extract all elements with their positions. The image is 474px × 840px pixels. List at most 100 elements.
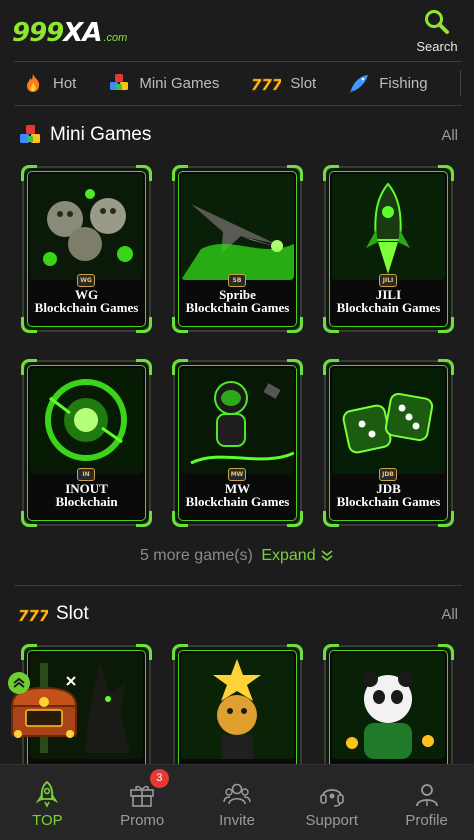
nav-profile-label: Profile	[405, 812, 448, 829]
logo-letters: XA	[63, 18, 102, 48]
search-button[interactable]: Search	[412, 8, 462, 56]
orb-artwork	[30, 368, 143, 474]
tab-mini-games-label: Mini Games	[139, 74, 220, 92]
777-icon: 777	[251, 72, 281, 94]
game-card-label: Spribe Blockchain Games	[179, 288, 296, 314]
fish-icon	[348, 72, 370, 94]
game-category: Blockchain Games	[336, 494, 441, 509]
nav-invite[interactable]: Invite	[190, 765, 285, 840]
expand-button[interactable]: Expand	[261, 547, 334, 564]
game-category: Blockchain Games	[185, 494, 290, 509]
nav-support-label: Support	[305, 812, 359, 829]
game-card-jili[interactable]: JILI JILI Blockchain Games	[323, 165, 454, 333]
frame-corner	[136, 317, 152, 333]
leopard-artwork	[181, 653, 294, 759]
nav-promo[interactable]: Promo 3	[95, 765, 190, 840]
expand-label: Expand	[261, 547, 316, 564]
frame-corner	[136, 511, 152, 527]
frame-corner	[21, 317, 37, 333]
tab-fishing[interactable]: Fishing	[348, 72, 428, 94]
chevron-up-icon	[13, 677, 25, 688]
close-icon	[66, 676, 76, 686]
frame-corner	[287, 317, 303, 333]
frame-corner	[438, 511, 454, 527]
category-tabs: Hot Mini Games 777 Slot Fishing	[0, 62, 474, 104]
search-icon	[425, 10, 449, 34]
more-games-count: 5 more game(s)	[139, 547, 253, 564]
frame-corner	[21, 511, 37, 527]
cubes-icon	[18, 123, 42, 147]
game-card-inout[interactable]: IN INOUT Blockchain	[21, 359, 152, 527]
more-games-row: 5 more game(s) Expand	[0, 547, 474, 565]
logo-number: 999	[12, 18, 64, 48]
tab-fishing-label: Fishing	[379, 74, 428, 92]
game-card-label: WG Blockchain Games	[28, 288, 145, 314]
nav-top[interactable]: TOP	[0, 765, 95, 840]
tabs-overflow-indicator	[460, 70, 474, 96]
logo-domain: .com	[103, 32, 128, 44]
game-card-mw[interactable]: MW MW Blockchain Games	[172, 359, 303, 527]
tigers-artwork	[30, 174, 143, 280]
app-root: 999 XA .com Search Hot Mini Games 777 Sl…	[0, 0, 474, 840]
tab-hot[interactable]: Hot	[22, 72, 76, 94]
provider-badge: WG	[77, 274, 95, 287]
mini-games-all-link[interactable]: All	[441, 127, 458, 144]
tabs-divider	[14, 105, 462, 106]
game-category: Blockchain Games	[34, 300, 139, 315]
frame-corner	[172, 511, 188, 527]
svg-text:777: 777	[251, 76, 281, 94]
mini-games-grid: WG WG Blockchain Games SB Spribe Blockch…	[21, 165, 454, 527]
headset-icon	[319, 789, 344, 807]
game-card-label: JDB Blockchain Games	[330, 482, 447, 508]
rocket-artwork	[332, 174, 445, 280]
provider-badge: MW	[228, 468, 246, 481]
game-card-jdb[interactable]: JDB JDB Blockchain Games	[323, 359, 454, 527]
cubes-icon	[108, 72, 130, 94]
svg-text:777: 777	[18, 607, 48, 625]
jet-artwork	[181, 174, 294, 280]
frame-corner	[323, 511, 339, 527]
fire-icon	[22, 72, 44, 94]
close-floating-promo-button[interactable]	[64, 674, 78, 688]
provider-badge: JILI	[379, 274, 397, 287]
provider-badge: IN	[77, 468, 95, 481]
header: 999 XA .com Search	[0, 0, 474, 62]
frame-corner	[438, 317, 454, 333]
dice-artwork	[332, 368, 445, 474]
frame-corner	[323, 317, 339, 333]
frame-corner	[172, 317, 188, 333]
logo[interactable]: 999 XA .com	[12, 18, 127, 48]
bottom-navigation: TOP Promo 3 Invite Support Profile	[0, 764, 474, 840]
777-icon: 777	[18, 602, 48, 626]
tab-slot-label: Slot	[290, 74, 317, 92]
scroll-to-top-button[interactable]	[8, 672, 30, 694]
nav-support[interactable]: Support	[284, 765, 379, 840]
game-category: Blockchain	[55, 494, 118, 509]
rocket-icon	[36, 780, 59, 808]
frame-corner	[287, 511, 303, 527]
game-card-label: INOUT Blockchain	[28, 482, 145, 508]
nav-top-label: TOP	[32, 812, 63, 829]
slot-section-header: 777 Slot All	[18, 599, 458, 629]
game-category: Blockchain Games	[336, 300, 441, 315]
game-card-label: MW Blockchain Games	[179, 482, 296, 508]
tab-slot[interactable]: 777 Slot	[251, 72, 317, 95]
user-icon	[415, 784, 438, 807]
slot-all-link[interactable]: All	[441, 606, 458, 623]
tab-mini-games[interactable]: Mini Games	[108, 72, 219, 94]
provider-badge: JDB	[379, 468, 397, 481]
users-icon	[223, 783, 251, 805]
mini-games-title: Mini Games	[50, 124, 152, 145]
tab-hot-label: Hot	[53, 74, 77, 92]
nav-profile[interactable]: Profile	[379, 765, 474, 840]
slot-title: Slot	[56, 603, 89, 624]
game-card-wg[interactable]: WG WG Blockchain Games	[21, 165, 152, 333]
game-card-label: JILI Blockchain Games	[330, 288, 447, 314]
provider-badge: SB	[228, 274, 246, 287]
search-label: Search	[416, 39, 458, 54]
panda-artwork	[332, 653, 445, 759]
game-card-spribe[interactable]: SB Spribe Blockchain Games	[172, 165, 303, 333]
promo-count-badge: 3	[149, 769, 169, 788]
astronaut-artwork	[181, 368, 294, 474]
nav-invite-label: Invite	[219, 812, 255, 829]
